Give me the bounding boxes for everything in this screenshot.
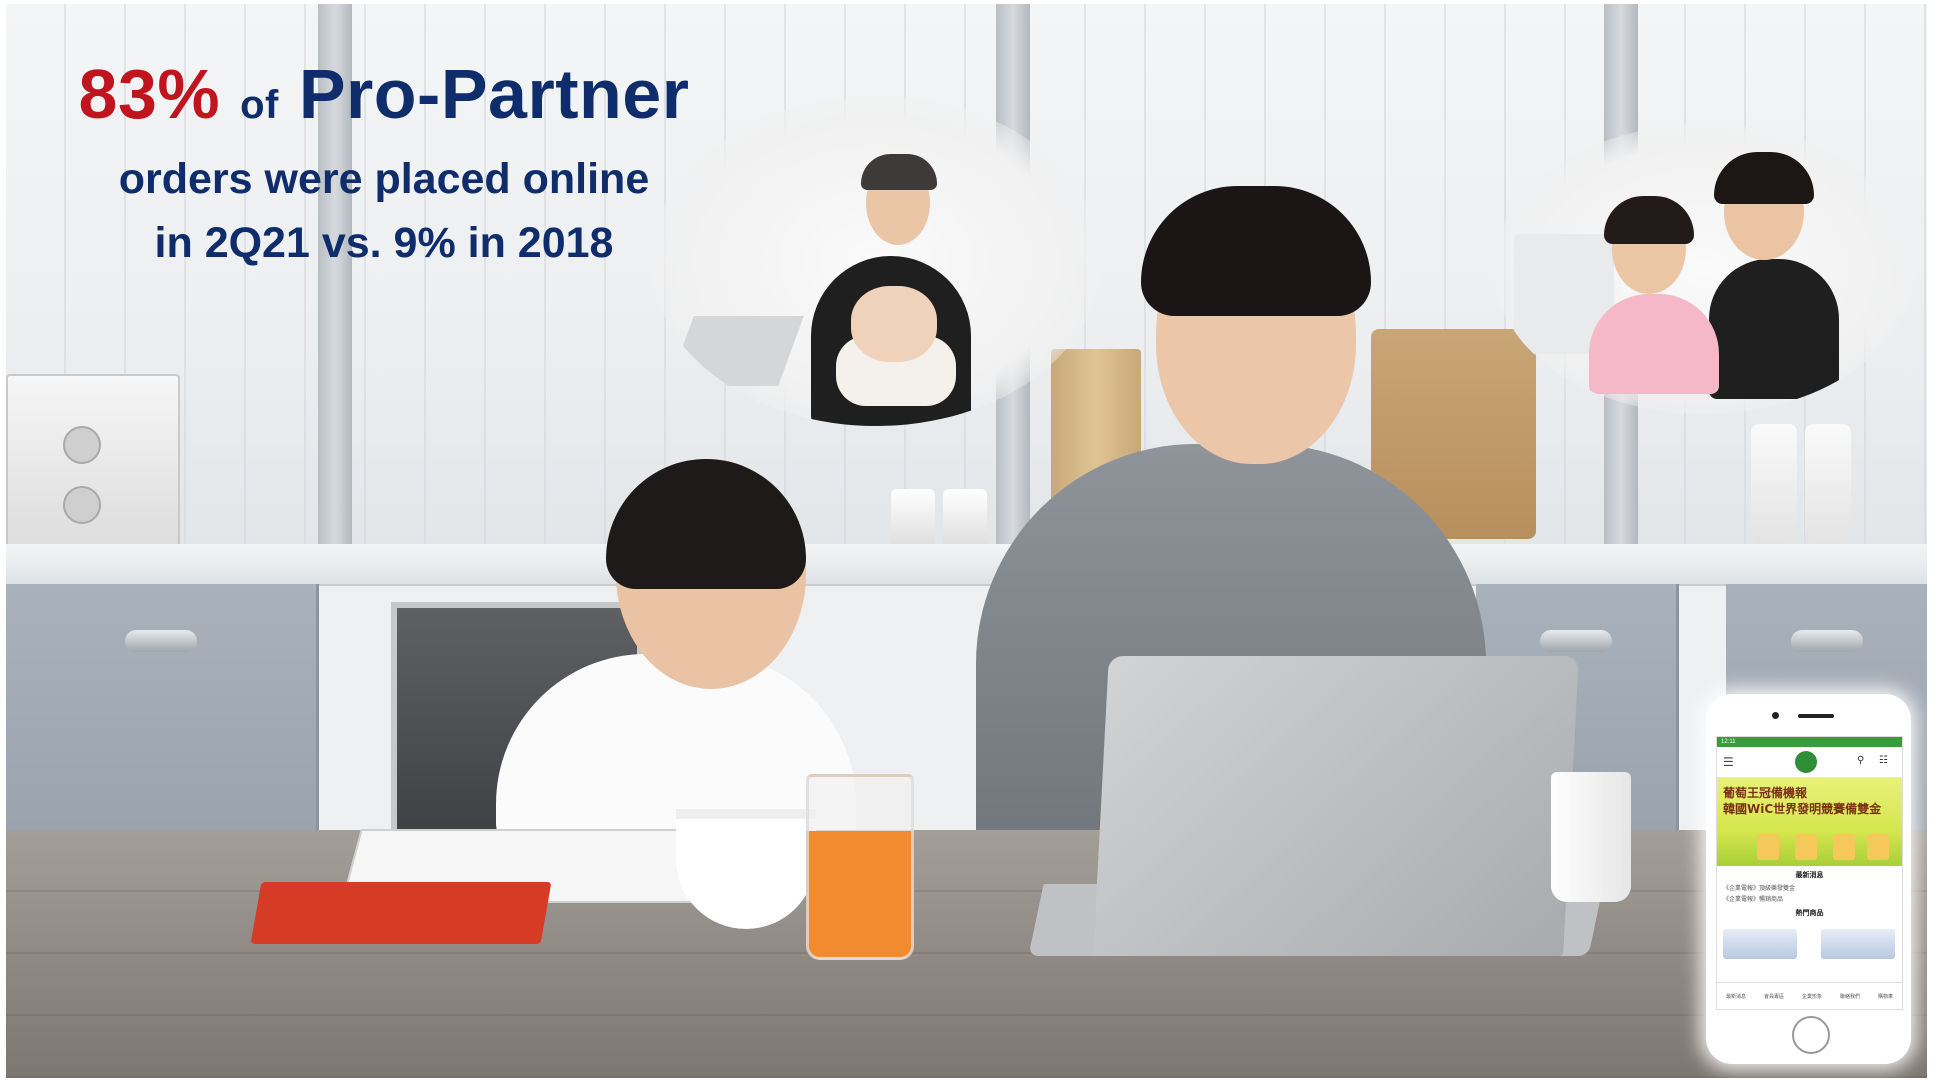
microwave — [6, 374, 180, 568]
nav-item-about[interactable]: 企業形象 — [1802, 993, 1822, 1000]
banner-product — [1757, 834, 1779, 860]
speaker-icon — [1798, 714, 1834, 718]
bottom-nav: 最新消息 會員專區 企業形象 聯絡我們 購物車 — [1717, 982, 1902, 1009]
home-button[interactable] — [1792, 1016, 1830, 1054]
mug — [1551, 772, 1631, 902]
headline-percent: 83% — [78, 55, 221, 133]
status-bar: 12:11 — [1717, 737, 1902, 747]
wooden-table — [6, 830, 1927, 1078]
smartphone: 12:11 ☰ ⚲ ☷ 葡萄王冠備機報 韓國WiC世界發明競賽備雙金 最新消息 … — [1706, 694, 1911, 1064]
promo-banner[interactable]: 葡萄王冠備機報 韓國WiC世界發明競賽備雙金 — [1717, 778, 1902, 866]
headline-of: of — [240, 83, 279, 127]
red-tablet — [250, 882, 552, 944]
orange-juice-glass — [806, 774, 914, 960]
photo-scene: 83% of Pro-Partner orders were placed on… — [6, 4, 1927, 1078]
headband — [861, 154, 937, 190]
microwave-knob — [63, 426, 101, 464]
thought-bubble-mother-daughter — [1494, 124, 1914, 414]
product-card[interactable] — [1723, 929, 1797, 959]
product-card[interactable] — [1821, 929, 1895, 959]
headline-line-3: in 2Q21 vs. 9% in 2018 — [154, 219, 614, 267]
phone-screen: 12:11 ☰ ⚲ ☷ 葡萄王冠備機報 韓國WiC世界發明競賽備雙金 最新消息 … — [1716, 736, 1903, 1010]
headline-line-1: 83% of Pro-Partner — [64, 52, 704, 147]
laptop — [668, 316, 804, 386]
thought-bubble-mother-baby — [651, 96, 1101, 426]
nav-item-cart[interactable]: 購物車 — [1878, 993, 1893, 1000]
banner-line-2: 韓國WiC世界發明競賽備雙金 — [1723, 802, 1882, 816]
news-item[interactable]: 《企業電報》頂級樂發雙金 — [1717, 882, 1902, 893]
menu-icon[interactable]: ☰ — [1723, 756, 1734, 768]
banner-product — [1833, 834, 1855, 860]
product-list — [1723, 921, 1896, 961]
mother-hair — [1714, 152, 1814, 204]
laptop — [1093, 656, 1579, 956]
banner-product — [1867, 834, 1889, 860]
baby-figure — [851, 286, 937, 362]
canisters — [891, 489, 1001, 549]
daughter-figure — [1589, 294, 1719, 394]
app-header: ☰ ⚲ ☷ — [1717, 747, 1902, 778]
banner-line-1: 葡萄王冠備機報 — [1723, 786, 1808, 800]
cart-icon[interactable]: ☷ — [1879, 755, 1888, 766]
headline-brand: Pro-Partner — [298, 55, 690, 133]
camera-icon — [1772, 712, 1779, 719]
headline: 83% of Pro-Partner orders were placed on… — [64, 52, 704, 275]
cabinet — [6, 584, 319, 844]
banner-product — [1795, 834, 1817, 860]
mother-figure — [1709, 259, 1839, 399]
nav-item-contact[interactable]: 聯絡我們 — [1840, 993, 1860, 1000]
brand-logo[interactable] — [1795, 751, 1817, 773]
headline-line-2: orders were placed online — [118, 155, 650, 203]
search-icon[interactable]: ⚲ — [1857, 755, 1864, 766]
news-section-title: 最新消息 — [1795, 871, 1824, 879]
daughter-hair — [1604, 196, 1694, 244]
nav-item-member[interactable]: 會員專區 — [1764, 993, 1784, 1000]
news-item[interactable]: 《企業電報》暢銷商品 — [1717, 893, 1902, 904]
kitchen-counter — [6, 544, 1927, 586]
products-section-title: 熱門商品 — [1795, 909, 1824, 917]
nav-item-news[interactable]: 最新消息 — [1726, 993, 1746, 1000]
soap-bottles — [1751, 424, 1861, 544]
microwave-knob — [63, 486, 101, 524]
